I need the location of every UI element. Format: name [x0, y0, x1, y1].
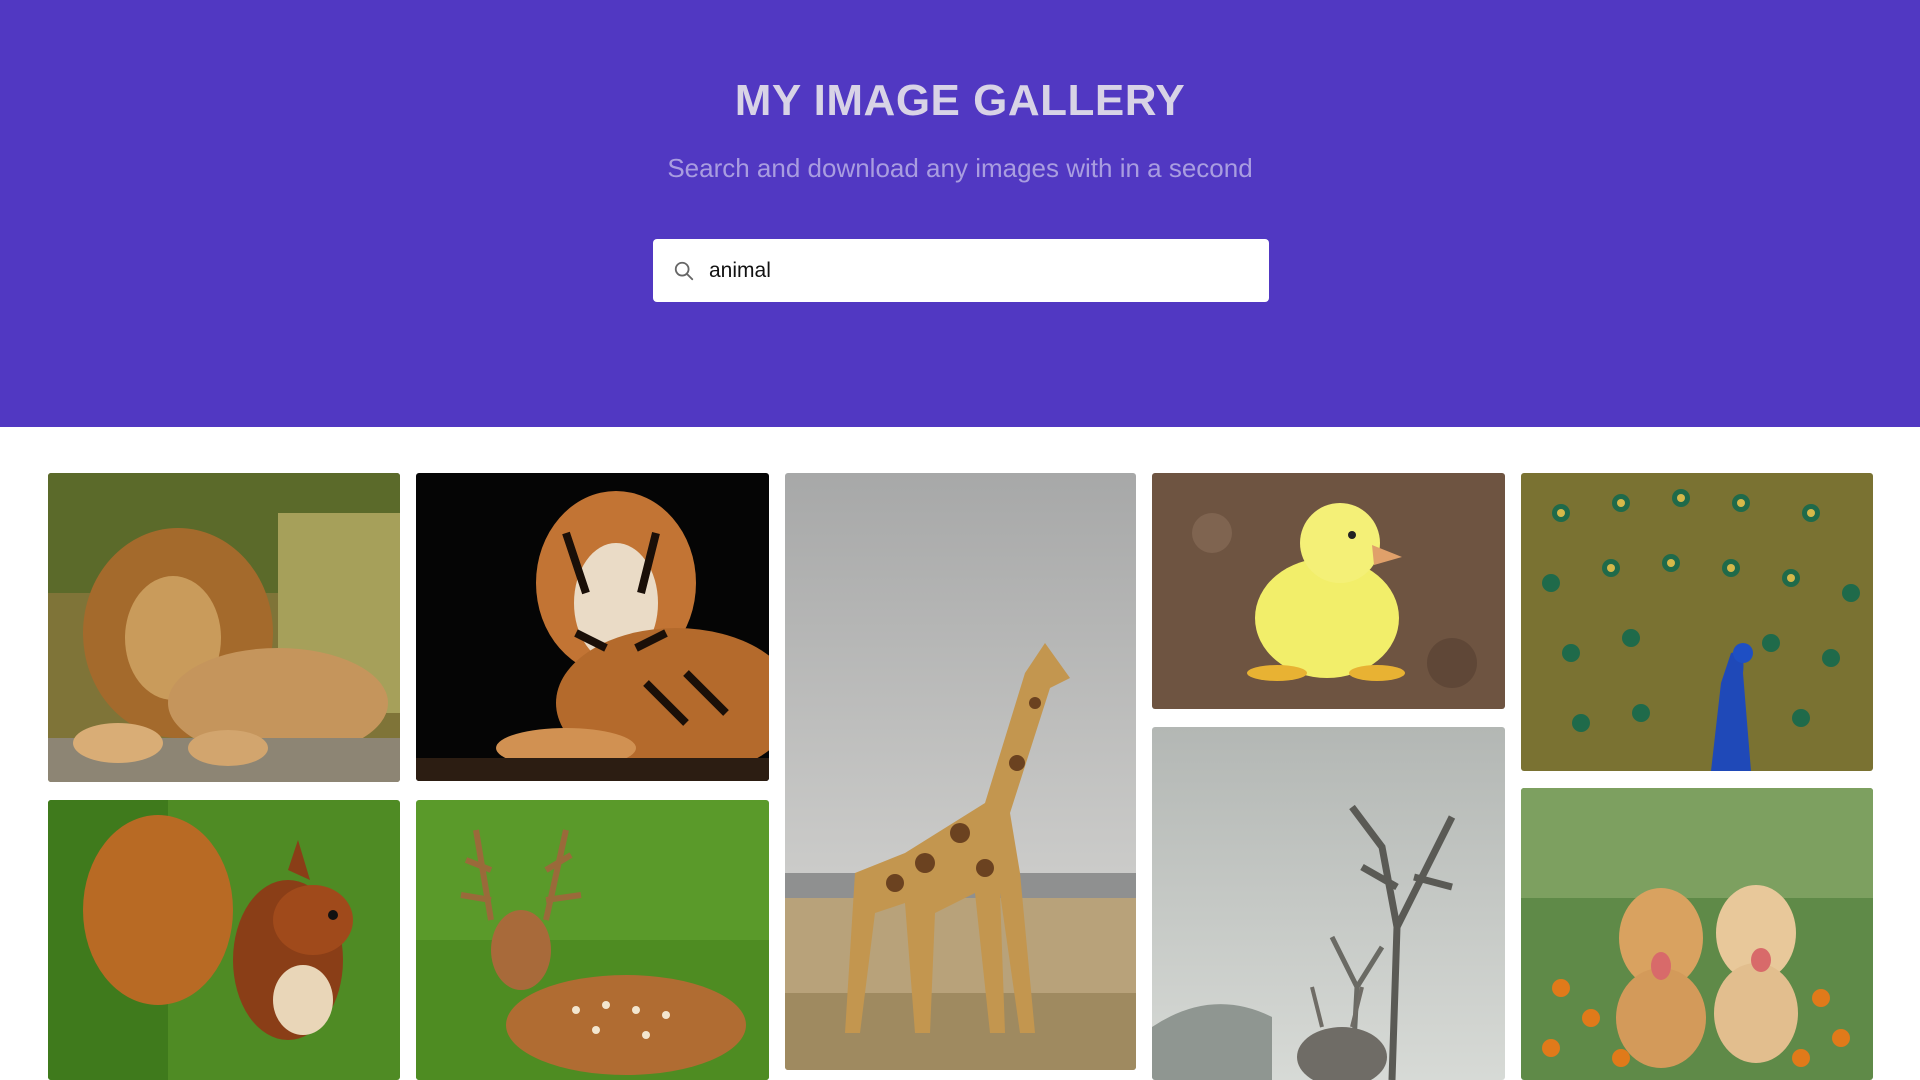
page-subtitle: Search and download any images with in a…	[667, 153, 1253, 183]
gallery-image-tiger[interactable]	[416, 473, 769, 781]
header-banner: MY IMAGE GALLERY Search and download any…	[0, 0, 1920, 427]
search-bar[interactable]	[653, 239, 1269, 302]
gallery-image-giraffe[interactable]	[785, 473, 1136, 1070]
page-title: MY IMAGE GALLERY	[734, 76, 1186, 125]
gallery-image-peacock[interactable]	[1521, 473, 1873, 771]
gallery-image-deer[interactable]	[416, 800, 769, 1080]
gallery-image-puppies[interactable]	[1521, 788, 1873, 1080]
search-icon	[674, 261, 694, 280]
gallery-image-stag[interactable]	[1152, 727, 1505, 1080]
gallery-image-duckling[interactable]	[1152, 473, 1505, 709]
search-input[interactable]	[709, 258, 1229, 283]
gallery-image-lion[interactable]	[48, 473, 400, 782]
gallery-image-squirrel[interactable]	[48, 800, 400, 1080]
